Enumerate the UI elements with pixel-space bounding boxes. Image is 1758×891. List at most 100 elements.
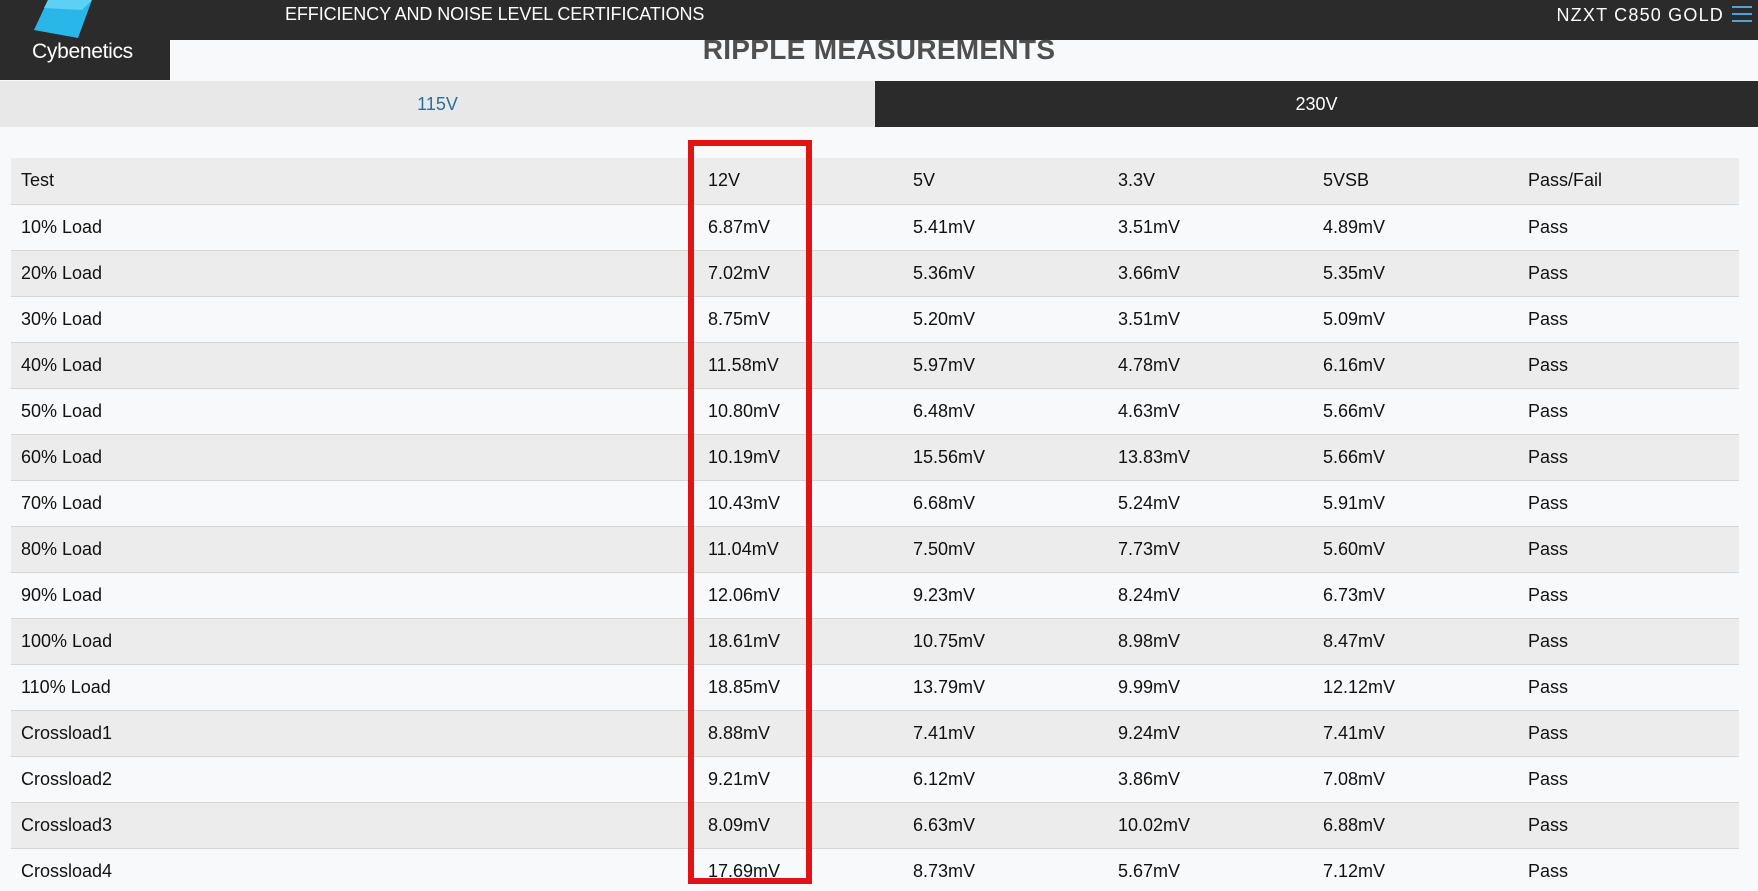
- cell-test: 70% Load: [11, 480, 708, 527]
- cell-5v: 7.41mV: [913, 710, 1118, 757]
- table-row: 50% Load 10.80mV 6.48mV 4.63mV 5.66mV Pa…: [11, 388, 1739, 435]
- voltage-tabs: 115V 230V: [0, 81, 1758, 127]
- cell-3-3v: 9.24mV: [1118, 710, 1323, 757]
- cell-test: Crossload3: [11, 802, 708, 849]
- cell-3-3v: 3.66mV: [1118, 250, 1323, 297]
- tab-230v[interactable]: 230V: [875, 81, 1758, 127]
- cell-5v: 15.56mV: [913, 434, 1118, 481]
- cell-12v: 12.06mV: [708, 572, 913, 619]
- cell-test: 110% Load: [11, 664, 708, 711]
- cell-3-3v: 7.73mV: [1118, 526, 1323, 573]
- cell-12v: 10.19mV: [708, 434, 913, 481]
- cell-3-3v: 3.86mV: [1118, 756, 1323, 803]
- cell-3-3v: 5.24mV: [1118, 480, 1323, 527]
- cell-pass-fail: Pass: [1528, 664, 1739, 711]
- cell-test: 80% Load: [11, 526, 708, 573]
- cell-test: 20% Load: [11, 250, 708, 297]
- cell-5vsb: 4.89mV: [1323, 204, 1528, 251]
- cell-5vsb: 12.12mV: [1323, 664, 1528, 711]
- cell-3-3v: 3.51mV: [1118, 204, 1323, 251]
- table-row: 90% Load 12.06mV 9.23mV 8.24mV 6.73mV Pa…: [11, 572, 1739, 619]
- product-name: NZXT C850 GOLD: [1556, 5, 1724, 25]
- table-row: Crossload2 9.21mV 6.12mV 3.86mV 7.08mV P…: [11, 756, 1739, 803]
- cell-5vsb: 7.08mV: [1323, 756, 1528, 803]
- cell-5vsb: 5.60mV: [1323, 526, 1528, 573]
- menu-bar: [1732, 6, 1752, 8]
- cell-5v: 13.79mV: [913, 664, 1118, 711]
- cell-5v: 6.12mV: [913, 756, 1118, 803]
- cell-test: 40% Load: [11, 342, 708, 389]
- cell-12v: 9.21mV: [708, 756, 913, 803]
- cell-12v: 10.43mV: [708, 480, 913, 527]
- cell-3-3v: 4.63mV: [1118, 388, 1323, 435]
- cell-5v: 6.63mV: [913, 802, 1118, 849]
- cell-5vsb: 5.09mV: [1323, 296, 1528, 343]
- cell-test: 50% Load: [11, 388, 708, 435]
- cell-test: Crossload2: [11, 756, 708, 803]
- cell-12v: 17.69mV: [708, 848, 913, 891]
- cell-5vsb: 5.91mV: [1323, 480, 1528, 527]
- cell-5v: 5.36mV: [913, 250, 1118, 297]
- header-5v: 5V: [913, 158, 1118, 205]
- table-row: 60% Load 10.19mV 15.56mV 13.83mV 5.66mV …: [11, 434, 1739, 481]
- cell-3-3v: 4.78mV: [1118, 342, 1323, 389]
- cell-3-3v: 5.67mV: [1118, 848, 1323, 891]
- cell-test: 10% Load: [11, 204, 708, 251]
- cell-12v: 18.85mV: [708, 664, 913, 711]
- header-pass-fail: Pass/Fail: [1528, 158, 1739, 205]
- cell-pass-fail: Pass: [1528, 434, 1739, 481]
- cell-5v: 6.48mV: [913, 388, 1118, 435]
- brand-name: Cybenetics: [32, 40, 133, 63]
- cell-5v: 10.75mV: [913, 618, 1118, 665]
- cell-12v: 10.80mV: [708, 388, 913, 435]
- cell-5vsb: 5.66mV: [1323, 388, 1528, 435]
- cell-5vsb: 7.12mV: [1323, 848, 1528, 891]
- cell-pass-fail: Pass: [1528, 526, 1739, 573]
- cell-pass-fail: Pass: [1528, 572, 1739, 619]
- table-row: Crossload1 8.88mV 7.41mV 9.24mV 7.41mV P…: [11, 710, 1739, 757]
- menu-bar: [1732, 13, 1752, 15]
- cell-3-3v: 13.83mV: [1118, 434, 1323, 481]
- cell-test: Crossload4: [11, 848, 708, 891]
- cell-3-3v: 8.24mV: [1118, 572, 1323, 619]
- header-test: Test: [11, 158, 708, 205]
- hamburger-menu-icon[interactable]: [1732, 6, 1752, 24]
- cell-test: 60% Load: [11, 434, 708, 481]
- cell-5v: 9.23mV: [913, 572, 1118, 619]
- cell-12v: 7.02mV: [708, 250, 913, 297]
- cell-5v: 6.68mV: [913, 480, 1118, 527]
- tab-115v[interactable]: 115V: [0, 81, 875, 127]
- cell-5vsb: 5.35mV: [1323, 250, 1528, 297]
- cell-12v: 18.61mV: [708, 618, 913, 665]
- menu-bar: [1732, 20, 1752, 22]
- cell-5v: 7.50mV: [913, 526, 1118, 573]
- cell-pass-fail: Pass: [1528, 204, 1739, 251]
- cell-test: 30% Load: [11, 296, 708, 343]
- table-header-row: Test 12V 5V 3.3V 5VSB Pass/Fail: [11, 158, 1739, 205]
- table-row: 70% Load 10.43mV 6.68mV 5.24mV 5.91mV Pa…: [11, 480, 1739, 527]
- table-row: 20% Load 7.02mV 5.36mV 3.66mV 5.35mV Pas…: [11, 250, 1739, 297]
- cell-pass-fail: Pass: [1528, 618, 1739, 665]
- cell-pass-fail: Pass: [1528, 756, 1739, 803]
- brand-logo[interactable]: Cybenetics: [0, 0, 170, 80]
- cell-5v: 5.20mV: [913, 296, 1118, 343]
- ripple-table: Test 12V 5V 3.3V 5VSB Pass/Fail 10% Load…: [11, 158, 1739, 891]
- table-row: 40% Load 11.58mV 5.97mV 4.78mV 6.16mV Pa…: [11, 342, 1739, 389]
- table-row: 80% Load 11.04mV 7.50mV 7.73mV 5.60mV Pa…: [11, 526, 1739, 573]
- header-5vsb: 5VSB: [1323, 158, 1528, 205]
- table-row: 10% Load 6.87mV 5.41mV 3.51mV 4.89mV Pas…: [11, 204, 1739, 251]
- table-row: 30% Load 8.75mV 5.20mV 3.51mV 5.09mV Pas…: [11, 296, 1739, 343]
- cell-5vsb: 6.73mV: [1323, 572, 1528, 619]
- cell-5vsb: 6.88mV: [1323, 802, 1528, 849]
- cell-pass-fail: Pass: [1528, 848, 1739, 891]
- cell-pass-fail: Pass: [1528, 296, 1739, 343]
- cell-5vsb: 5.66mV: [1323, 434, 1528, 481]
- cell-3-3v: 9.99mV: [1118, 664, 1323, 711]
- certifications-nav-link[interactable]: EFFICIENCY AND NOISE LEVEL CERTIFICATION…: [285, 4, 704, 25]
- cell-pass-fail: Pass: [1528, 388, 1739, 435]
- cell-12v: 8.88mV: [708, 710, 913, 757]
- cell-12v: 11.58mV: [708, 342, 913, 389]
- cell-12v: 8.09mV: [708, 802, 913, 849]
- cell-3-3v: 8.98mV: [1118, 618, 1323, 665]
- cell-5vsb: 6.16mV: [1323, 342, 1528, 389]
